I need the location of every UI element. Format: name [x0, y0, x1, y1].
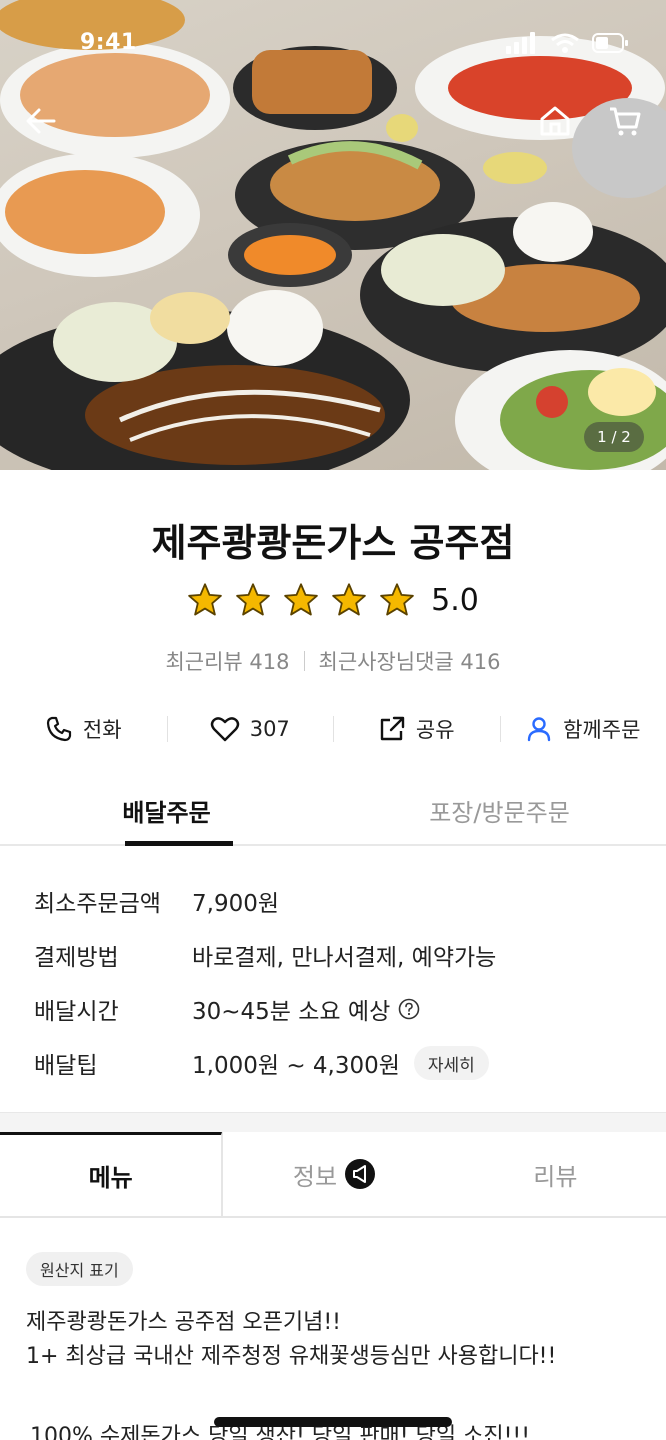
info-row-payment: 결제방법 바로결제, 만나서결제, 예약가능 [34, 928, 634, 982]
tab-reviews-label: 리뷰 [533, 1162, 578, 1191]
star-icon [188, 583, 222, 616]
share-label: 공유 [415, 718, 455, 742]
info-key: 배달시간 [34, 999, 119, 1025]
tab-menu-label: 메뉴 [88, 1164, 133, 1192]
rating-row: 5.0 [0, 582, 666, 618]
tab-info[interactable]: 정보 [222, 1132, 444, 1216]
cart-icon [610, 107, 641, 136]
food-photo [0, 0, 666, 470]
heart-icon [210, 717, 239, 742]
recent-reviews-link[interactable]: 최근리뷰 418 [165, 646, 289, 676]
like-count: 307 [249, 717, 290, 741]
signal-icon [506, 32, 535, 54]
group-order-label: 함께주문 [563, 718, 641, 742]
wifi-icon [551, 33, 579, 53]
home-button[interactable] [534, 100, 576, 142]
info-value-wrap: 1,000원 ~ 4,300원 자세히 [192, 1046, 489, 1080]
info-key: 배달팁 [34, 1053, 98, 1079]
cart-button[interactable] [604, 100, 646, 142]
home-icon [540, 106, 570, 136]
review-stats: 최근리뷰 418 최근사장님댓글 416 [0, 646, 666, 676]
divider [303, 651, 305, 671]
back-button[interactable] [20, 100, 62, 142]
call-button[interactable]: 전화 [0, 706, 167, 752]
like-button[interactable]: 307 [166, 706, 334, 752]
notice-line: 1+ 최상급 국내산 제주청정 유채꽃생등심만 사용합니다!! [26, 1344, 557, 1370]
order-type-tabs: 배달주문 포장/방문주문 [0, 776, 666, 846]
home-indicator[interactable] [214, 1417, 452, 1427]
star-icon [284, 583, 318, 616]
order-info-table: 최소주문금액 7,900원 결제방법 바로결제, 만나서결제, 예약가능 배달시… [34, 874, 634, 1090]
user-icon [527, 717, 551, 742]
rating-value: 5.0 [431, 582, 479, 618]
info-value: 1,000원 ~ 4,300원 [192, 1053, 400, 1079]
share-button[interactable]: 공유 [333, 706, 500, 752]
notice-line: 제주쾅쾅돈가스 공주점 오픈기념!! [26, 1310, 341, 1335]
tab-reviews[interactable]: 리뷰 [445, 1132, 666, 1216]
star-icon [236, 583, 270, 616]
info-row-min-order: 최소주문금액 7,900원 [34, 874, 634, 928]
help-icon[interactable] [398, 998, 420, 1020]
tab-delivery[interactable]: 배달주문 [0, 776, 333, 846]
store-notice: 제주쾅쾅돈가스 공주점 오픈기념!! 1+ 최상급 국내산 제주청정 유채꽃생등… [26, 1306, 646, 1374]
tab-menu[interactable]: 메뉴 [0, 1132, 223, 1216]
battery-icon [592, 33, 628, 53]
image-page-indicator: 1 / 2 [584, 422, 644, 452]
info-key: 결제방법 [34, 945, 119, 971]
info-value: 30~45분 소요 예상 [192, 999, 391, 1025]
store-name: 제주쾅쾅돈가스 공주점 [151, 521, 515, 565]
tab-pickup[interactable]: 포장/방문주문 [333, 776, 666, 844]
info-value: 7,900원 [192, 891, 280, 917]
star-icon [332, 583, 366, 616]
back-arrow-icon [26, 108, 56, 134]
info-value-wrap: 30~45분 소요 예상 [192, 992, 420, 1026]
owner-replies-link[interactable]: 최근사장님댓글 416 [319, 646, 501, 676]
tip-detail-button[interactable]: 자세히 [413, 1046, 489, 1080]
status-bar-time: 9:41 [80, 30, 137, 55]
info-row-delivery-tip: 배달팁 1,000원 ~ 4,300원 자세히 [34, 1036, 634, 1090]
megaphone-icon [345, 1159, 376, 1189]
origin-info-button[interactable]: 원산지 표기 [26, 1252, 133, 1286]
hero-image-carousel[interactable]: 9:41 1 / 2 [0, 0, 666, 470]
main-tabs: 메뉴 정보 리뷰 [0, 1132, 666, 1218]
store-actions: 전화 307 공유 함께주문 [0, 706, 666, 752]
info-row-delivery-time: 배달시간 30~45분 소요 예상 [34, 982, 634, 1036]
info-value: 바로결제, 만나서결제, 예약가능 [192, 945, 497, 971]
section-divider [0, 1112, 666, 1132]
group-order-button[interactable]: 함께주문 [499, 706, 666, 752]
tab-info-label: 정보 [292, 1162, 338, 1191]
share-icon [380, 716, 405, 741]
call-label: 전화 [82, 718, 122, 742]
phone-icon [46, 716, 72, 742]
status-bar-icons [506, 32, 628, 54]
info-key: 최소주문금액 [34, 891, 161, 917]
star-icon [380, 583, 414, 616]
